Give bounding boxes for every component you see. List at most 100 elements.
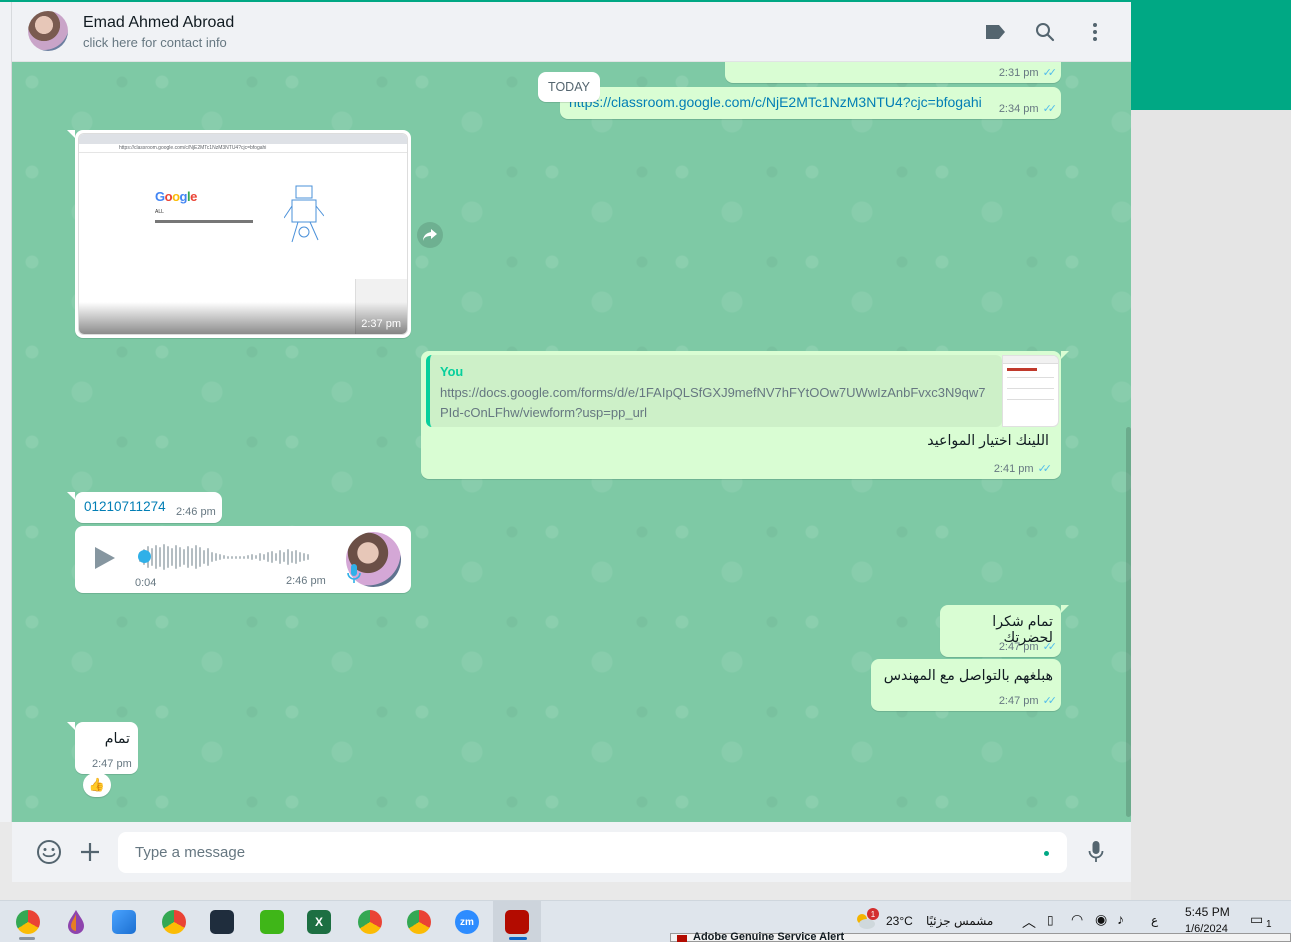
chrome-profile-icon-2[interactable] xyxy=(354,906,386,938)
chat-window: Emad Ahmed Abroad click here for contact… xyxy=(12,2,1131,882)
chat-header[interactable]: Emad Ahmed Abroad click here for contact… xyxy=(12,2,1131,62)
camtasia-app-icon[interactable] xyxy=(256,906,288,938)
popup-title: Adobe Genuine Service Alert xyxy=(693,932,845,942)
weather-icon[interactable]: 1 xyxy=(854,908,879,931)
status-dot xyxy=(1044,851,1049,856)
thumb-caption: ALL xyxy=(155,209,164,215)
reply-message[interactable]: You https://docs.google.com/forms/d/e/1F… xyxy=(421,351,1061,479)
volume-icon[interactable]: ♪ xyxy=(1117,911,1124,927)
date-separator: TODAY xyxy=(538,72,600,102)
water-drop-app-icon[interactable] xyxy=(60,906,92,938)
thumb-urlbar: https://classroom.google.com/c/NjE2MTc1N… xyxy=(79,144,407,153)
read-ticks-icon: ✓✓ xyxy=(1037,463,1053,475)
network-icon[interactable]: ◉ xyxy=(1095,911,1107,928)
search-icon[interactable] xyxy=(1033,20,1057,44)
outgoing-message[interactable]: تمام شكرا لحضرتك 2:47 pm ✓✓ xyxy=(940,605,1061,657)
bubble-tail xyxy=(1061,605,1069,613)
read-ticks-icon: ✓✓ xyxy=(1042,103,1058,115)
emoji-icon xyxy=(37,840,61,864)
voice-message[interactable]: 0:04 2:46 pm xyxy=(75,526,411,593)
photos-app-icon[interactable] xyxy=(108,906,140,938)
forward-icon xyxy=(423,229,437,241)
image-message[interactable]: https://classroom.google.com/c/NjE2MTc1N… xyxy=(75,130,411,338)
message-time: 2:41 pm ✓✓ xyxy=(993,462,1053,476)
read-ticks-icon: ✓✓ xyxy=(1042,695,1058,707)
read-ticks-icon: ✓✓ xyxy=(1042,67,1058,79)
thumb-gradient xyxy=(79,302,407,334)
message-time: 2:31 pm ✓✓ xyxy=(998,66,1058,80)
contact-info-hint[interactable]: click here for contact info xyxy=(83,35,227,50)
wifi-icon[interactable]: ◠ xyxy=(1071,911,1083,928)
thumb-robot-illustration xyxy=(284,185,324,243)
outgoing-message[interactable]: https://classroom.google.com/c/NjE2MTc1N… xyxy=(560,87,1061,119)
attach-button[interactable] xyxy=(77,839,103,865)
phone-number-link[interactable]: 01210711274 xyxy=(84,499,166,514)
language-indicator[interactable]: ع xyxy=(1151,913,1158,927)
quoted-message[interactable]: You https://docs.google.com/forms/d/e/1F… xyxy=(426,355,1002,427)
message-time: 2:47 pm ✓✓ xyxy=(998,640,1058,654)
message-time: 2:37 pm xyxy=(361,318,401,330)
bubble-tail xyxy=(67,130,75,138)
forward-button[interactable] xyxy=(417,222,443,248)
message-text: اللينك اختيار المواعيد xyxy=(927,433,1049,449)
app-launcher-icon[interactable] xyxy=(206,906,238,938)
menu-icon[interactable] xyxy=(1083,20,1107,44)
message-link[interactable]: https://classroom.google.com/c/NjE2MTc1N… xyxy=(569,94,982,110)
taskbar-active-indicator xyxy=(509,937,527,940)
taskbar-running-indicator xyxy=(19,937,35,940)
quoted-thumbnail xyxy=(1002,355,1059,427)
voice-duration: 0:04 xyxy=(135,577,157,589)
notification-count: 1 xyxy=(1266,919,1272,930)
incoming-message[interactable]: تمام 2:47 pm xyxy=(75,722,138,774)
weather-badge: 1 xyxy=(867,908,879,920)
message-text: تمام xyxy=(104,731,130,747)
tray-chevron-icon[interactable]: ︿ xyxy=(1022,912,1036,932)
outgoing-message[interactable]: 2:31 pm ✓✓ xyxy=(725,62,1061,83)
notification-icon[interactable]: ▭ xyxy=(1250,911,1263,928)
message-time: 2:46 pm xyxy=(176,506,216,518)
composer-bar xyxy=(12,822,1131,882)
emoji-button[interactable] xyxy=(36,839,62,865)
incoming-message[interactable]: 01210711274 2:46 pm xyxy=(75,492,222,523)
playback-position-handle[interactable] xyxy=(138,550,151,563)
app-background xyxy=(1131,110,1291,900)
thumb-text-line xyxy=(155,220,253,223)
mic-icon xyxy=(347,564,361,583)
reaction-badge[interactable]: 👍 xyxy=(83,773,111,797)
label-icon[interactable] xyxy=(983,20,1007,44)
tray-device-icon[interactable]: ▯ xyxy=(1047,913,1054,927)
chrome-profile-icon-3[interactable] xyxy=(403,906,435,938)
outgoing-message[interactable]: هبلغهم بالتواصل مع المهندس 2:47 pm ✓✓ xyxy=(871,659,1061,711)
adobe-acrobat-icon[interactable] xyxy=(501,906,533,938)
weather-desc[interactable]: مشمس جزئيًا xyxy=(926,914,993,928)
clock-time[interactable]: 5:45 PM xyxy=(1185,905,1230,919)
chrome-app-icon[interactable] xyxy=(12,906,44,938)
image-thumbnail[interactable]: https://classroom.google.com/c/NjE2MTc1N… xyxy=(78,133,408,335)
app-background-accent xyxy=(1131,2,1291,110)
message-time: 2:46 pm xyxy=(286,575,326,587)
mic-icon xyxy=(1088,841,1104,862)
bubble-tail xyxy=(1061,351,1069,359)
quoted-sender: You xyxy=(440,364,464,379)
plus-icon xyxy=(81,843,99,861)
bubble-tail xyxy=(67,722,75,730)
audio-waveform[interactable] xyxy=(139,543,321,571)
scrollbar[interactable] xyxy=(1126,427,1131,817)
adobe-alert-popup[interactable]: Adobe Genuine Service Alert xyxy=(670,932,1291,942)
contact-avatar[interactable] xyxy=(28,11,68,51)
read-ticks-icon: ✓✓ xyxy=(1042,641,1058,653)
message-list[interactable]: 2:31 pm ✓✓ https://classroom.google.com/c… xyxy=(12,62,1131,822)
message-time: 2:47 pm ✓✓ xyxy=(998,694,1058,708)
bubble-tail xyxy=(67,492,75,500)
play-button[interactable] xyxy=(95,547,115,569)
zoom-app-icon[interactable]: zm xyxy=(451,906,483,938)
chat-list-edge xyxy=(0,2,12,822)
contact-name[interactable]: Emad Ahmed Abroad xyxy=(83,14,234,32)
chrome-profile-icon[interactable] xyxy=(158,906,190,938)
thumb-tabbar xyxy=(79,134,407,144)
voice-record-button[interactable] xyxy=(1083,839,1109,865)
excel-app-icon[interactable]: X xyxy=(303,906,335,938)
message-input[interactable] xyxy=(118,832,1067,873)
adobe-icon xyxy=(677,935,687,942)
weather-temp[interactable]: 23°C xyxy=(886,914,913,928)
